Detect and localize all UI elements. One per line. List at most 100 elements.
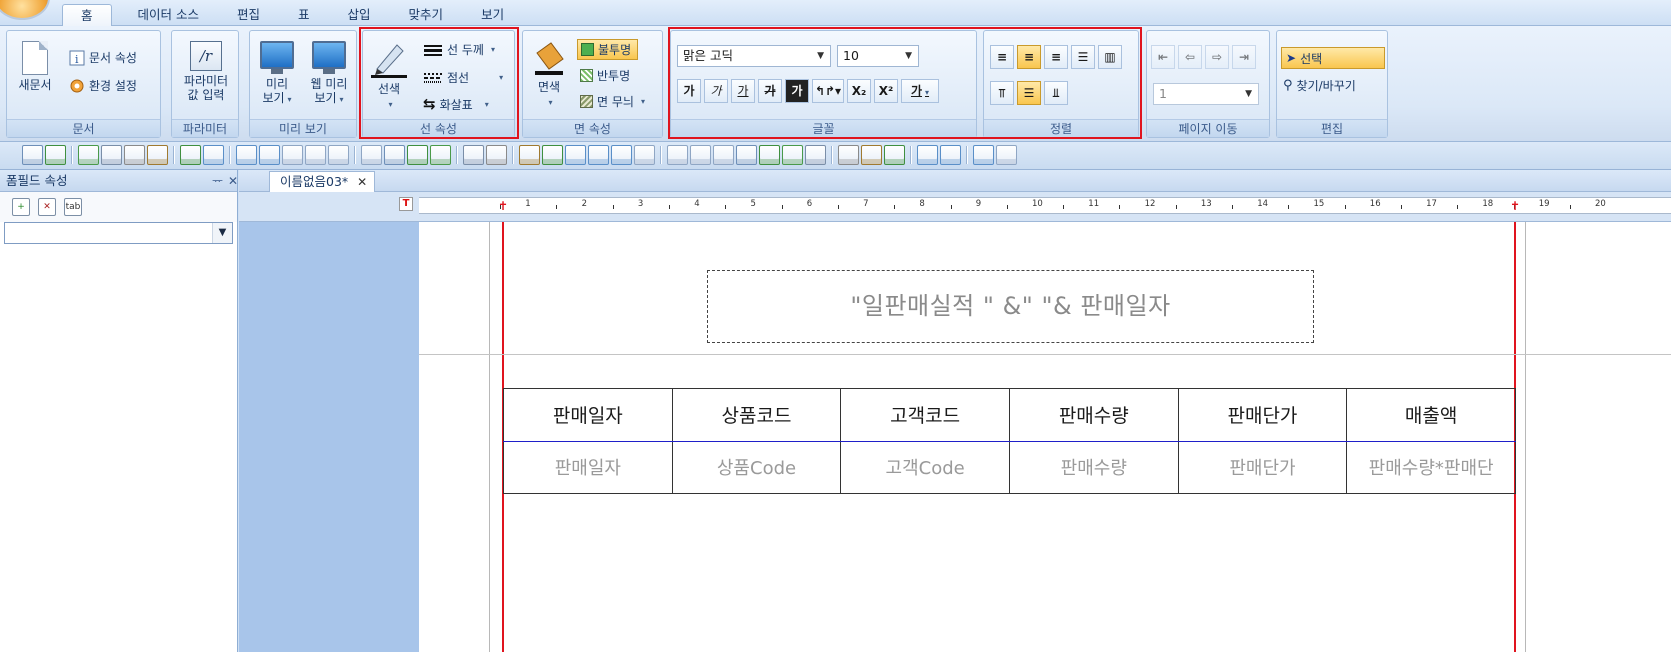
next-page-button[interactable]: ⇨ — [1205, 45, 1229, 69]
arrow-line-button[interactable]: ⇆ 화살표 ▾ — [423, 95, 489, 113]
toolbar-tool-icon[interactable] — [430, 145, 451, 165]
page-number-select[interactable]: 1 ▼ — [1153, 83, 1259, 105]
toolbar-tool-icon[interactable] — [203, 145, 224, 165]
first-page-button[interactable]: ⇤ — [1151, 45, 1175, 69]
toolbar-tool-icon[interactable] — [565, 145, 586, 165]
field-cell[interactable]: 판매단가 — [1177, 440, 1348, 494]
font-size-select[interactable]: 10 ▼ — [837, 45, 919, 67]
tab-stop-marker[interactable]: T — [399, 197, 413, 211]
toolbar-tool-icon[interactable] — [384, 145, 405, 165]
toolbar-tool-icon[interactable] — [124, 145, 145, 165]
tab-insert[interactable]: 삽입 — [336, 4, 383, 26]
toolbar-tool-icon[interactable] — [282, 145, 303, 165]
bold-button[interactable]: 가 — [677, 79, 701, 103]
semi-transparent-button[interactable]: 반투명 — [580, 67, 630, 84]
header-cell[interactable]: 판매수량 — [1008, 388, 1179, 442]
tab-home[interactable]: 홈 — [62, 4, 112, 26]
toolbar-tool-icon[interactable] — [78, 145, 99, 165]
underline-button[interactable]: 가 — [731, 79, 755, 103]
header-cell[interactable]: 매출액 — [1346, 388, 1516, 442]
document-properties-button[interactable]: i 문서 속성 — [69, 49, 137, 66]
margin-marker-icon[interactable]: ✝ — [1510, 199, 1520, 213]
opaque-button[interactable]: 불투명 — [577, 39, 639, 60]
toolbar-tool-icon[interactable] — [667, 145, 688, 165]
delete-field-icon[interactable]: ✕ — [38, 198, 56, 216]
toolbar-tool-icon[interactable] — [463, 145, 484, 165]
tab-data-source[interactable]: 데이터 소스 — [126, 4, 211, 26]
toolbar-tool-icon[interactable] — [101, 145, 122, 165]
field-cell[interactable]: 판매수량*판매단 — [1346, 440, 1516, 494]
report-title-field[interactable]: "일판매실적 " &" "& 판매일자 — [707, 270, 1314, 343]
toolbar-tool-icon[interactable] — [996, 145, 1017, 165]
italic-button[interactable]: 가 — [704, 79, 728, 103]
header-cell[interactable]: 판매단가 — [1177, 388, 1348, 442]
tab-align[interactable]: 맞추기 — [397, 4, 456, 26]
align-middle-button[interactable]: ☰ — [1017, 81, 1041, 105]
align-top-button[interactable]: ⫪ — [990, 81, 1014, 105]
align-bottom-button[interactable]: ⫫ — [1044, 81, 1068, 105]
toolbar-tool-icon[interactable] — [486, 145, 507, 165]
align-distribute-button[interactable]: ▥ — [1098, 45, 1122, 69]
font-family-select[interactable]: 맑은 고딕 ▼ — [677, 45, 831, 67]
toolbar-tool-icon[interactable] — [22, 145, 43, 165]
web-preview-button[interactable]: 웹 미리 보기 ▾ — [304, 41, 354, 107]
toolbar-tool-icon[interactable] — [861, 145, 882, 165]
toolbar-tool-icon[interactable] — [147, 145, 168, 165]
dotted-line-button[interactable]: 점선 ▾ — [423, 69, 503, 86]
toolbar-tool-icon[interactable] — [759, 145, 780, 165]
environment-settings-button[interactable]: 환경 설정 — [69, 77, 137, 94]
char-spacing-button[interactable]: ↰↱▾ — [812, 79, 844, 103]
field-cell[interactable]: 고객Code — [840, 440, 1010, 494]
line-color-button[interactable]: 선색 ▾ — [367, 39, 411, 112]
tab-edit[interactable]: 편집 — [225, 4, 272, 26]
align-center-button[interactable]: ≡ — [1017, 45, 1041, 69]
font-color-button[interactable]: 가 ▾ — [901, 79, 939, 103]
toolbar-tool-icon[interactable] — [690, 145, 711, 165]
preview-button[interactable]: 미리 보기 ▾ — [254, 41, 300, 107]
close-tab-icon[interactable]: ✕ — [357, 172, 367, 192]
tab-table[interactable]: 표 — [286, 4, 322, 26]
header-cell[interactable]: 고객코드 — [840, 388, 1010, 442]
toolbar-tool-icon[interactable] — [361, 145, 382, 165]
parameter-input-button[interactable]: /r 파라미터 값 입력 — [176, 41, 236, 102]
line-width-button[interactable]: 선 두께 ▾ — [423, 41, 495, 58]
application-menu-button[interactable] — [0, 0, 50, 20]
toolbar-tool-icon[interactable] — [328, 145, 349, 165]
face-color-button[interactable]: 면색 ▾ — [527, 39, 571, 110]
toolbar-tool-icon[interactable] — [805, 145, 826, 165]
toolbar-tool-icon[interactable] — [917, 145, 938, 165]
prev-page-button[interactable]: ⇦ — [1178, 45, 1202, 69]
highlight-text-button[interactable]: 가 — [785, 79, 809, 103]
add-field-icon[interactable]: + — [12, 198, 30, 216]
strikethrough-button[interactable]: 가 — [758, 79, 782, 103]
align-right-button[interactable]: ≡ — [1044, 45, 1068, 69]
toolbar-tool-icon[interactable] — [736, 145, 757, 165]
field-selector-dropdown[interactable]: ▼ — [4, 222, 233, 244]
toolbar-tool-icon[interactable] — [973, 145, 994, 165]
new-document-button[interactable]: 새문서 — [13, 41, 57, 92]
toolbar-tool-icon[interactable] — [236, 145, 257, 165]
pin-icon[interactable]: ᅲ — [212, 170, 223, 192]
field-cell[interactable]: 판매일자 — [503, 440, 673, 494]
toolbar-tool-icon[interactable] — [542, 145, 563, 165]
toolbar-tool-icon[interactable] — [519, 145, 540, 165]
toolbar-tool-icon[interactable] — [180, 145, 201, 165]
field-cell[interactable]: 상품Code — [671, 440, 842, 494]
header-cell[interactable]: 상품코드 — [671, 388, 842, 442]
toolbar-tool-icon[interactable] — [634, 145, 655, 165]
toolbar-tool-icon[interactable] — [259, 145, 280, 165]
align-justify-button[interactable]: ☰ — [1071, 45, 1095, 69]
toolbar-tool-icon[interactable] — [611, 145, 632, 165]
toolbar-tool-icon[interactable] — [45, 145, 66, 165]
field-cell[interactable]: 판매수량 — [1008, 440, 1179, 494]
toolbar-tool-icon[interactable] — [782, 145, 803, 165]
find-replace-button[interactable]: ⚲ 찾기/바꾸기 — [1283, 77, 1356, 94]
toolbar-tool-icon[interactable] — [838, 145, 859, 165]
toolbar-tool-icon[interactable] — [884, 145, 905, 165]
face-pattern-button[interactable]: 면 무늬 ▾ — [580, 93, 645, 110]
close-panel-icon[interactable]: ✕ — [228, 170, 238, 192]
tab-order-icon[interactable]: tab — [64, 198, 82, 216]
toolbar-tool-icon[interactable] — [407, 145, 428, 165]
subscript-button[interactable]: X₂ — [847, 79, 871, 103]
superscript-button[interactable]: X² — [874, 79, 898, 103]
